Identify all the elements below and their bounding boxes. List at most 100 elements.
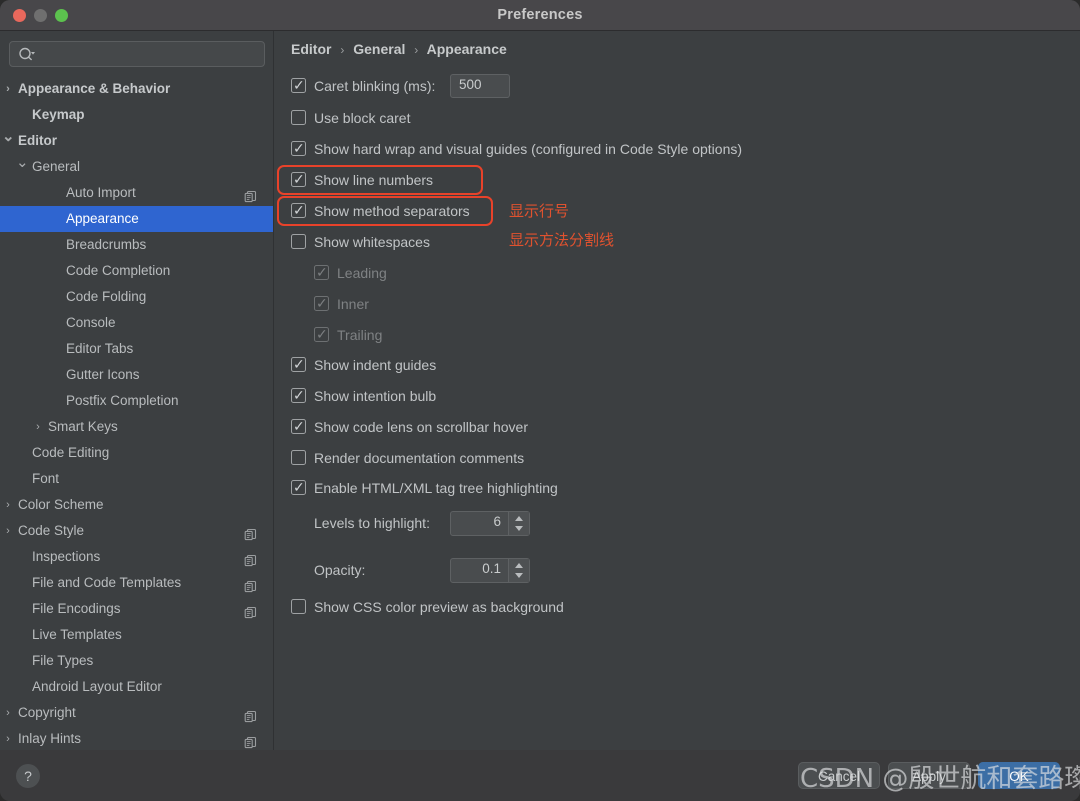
sidebar-item-color-scheme[interactable]: › Color Scheme — [0, 492, 273, 518]
sidebar-item-label: Android Layout Editor — [32, 679, 162, 694]
chevron-right-icon[interactable]: › — [2, 518, 14, 544]
sidebar-item-inlay-hints[interactable]: › Inlay Hints — [0, 726, 273, 750]
breadcrumb-appearance: Appearance — [426, 41, 507, 57]
sidebar-item-code-folding[interactable]: Code Folding — [0, 284, 273, 310]
opacity-value: 0.1 — [482, 561, 501, 576]
option-label: Show intention bulb — [314, 388, 437, 404]
search-input[interactable] — [40, 42, 260, 66]
stepper-down-icon[interactable] — [515, 526, 523, 531]
sidebar-item-smart-keys[interactable]: › Smart Keys — [0, 414, 273, 440]
checkbox-inner: ✓ — [314, 296, 329, 312]
checkbox-show-whitespaces[interactable] — [291, 234, 306, 249]
checkbox-show-intention-bulb[interactable]: ✓ — [291, 388, 306, 404]
sidebar-item-console[interactable]: Console — [0, 310, 273, 336]
sidebar-item-code-style[interactable]: › Code Style — [0, 518, 273, 544]
sidebar-item-android-layout-editor[interactable]: Android Layout Editor — [0, 674, 273, 700]
option-label: Leading — [337, 265, 387, 281]
preferences-window: Preferences › Appearance & Behavior Keymap… — [0, 0, 1080, 801]
chevron-right-icon[interactable]: › — [2, 726, 14, 750]
chevron-right-icon[interactable]: › — [2, 700, 14, 726]
chevron-right-icon: › — [340, 43, 345, 57]
search-box[interactable] — [9, 41, 265, 67]
opacity-spinner[interactable]: 0.1 — [450, 558, 530, 583]
apply-button[interactable]: Apply — [888, 762, 970, 789]
sidebar-item-label: Code Editing — [32, 445, 110, 460]
checkbox-show-code-lens[interactable]: ✓ — [291, 419, 306, 435]
ok-button[interactable]: OK — [978, 762, 1060, 789]
checkbox-trailing: ✓ — [314, 327, 329, 343]
sidebar-item-font[interactable]: Font — [0, 466, 273, 492]
sidebar-item-label: Auto Import — [66, 185, 136, 200]
settings-tree: › Appearance & Behavior Keymap ⌄ Editor ⌄ Gene… — [0, 76, 273, 750]
sidebar-item-file-and-code-templates[interactable]: File and Code Templates — [0, 570, 273, 596]
window-title: Preferences — [497, 7, 583, 23]
sidebar-item-label: General — [32, 159, 81, 174]
sidebar-item-label: File and Code Templates — [32, 575, 182, 590]
sidebar-item-live-templates[interactable]: Live Templates — [0, 622, 273, 648]
sidebar-item-label: Inspections — [32, 549, 101, 564]
sidebar-item-inspections[interactable]: Inspections — [0, 544, 273, 570]
sidebar-item-label: Code Style — [18, 523, 85, 538]
sidebar-item-label: Live Templates — [32, 627, 122, 642]
opacity-stepper[interactable] — [508, 559, 529, 582]
stepper-down-icon[interactable] — [515, 573, 523, 578]
option-label: Enable HTML/XML tag tree highlighting — [314, 480, 558, 496]
cancel-button[interactable]: Cancel — [798, 762, 880, 789]
sidebar-item-editor-tabs[interactable]: Editor Tabs — [0, 336, 273, 362]
checkbox-enable-tag-tree-highlighting[interactable]: ✓ — [291, 480, 306, 496]
checkbox-show-hard-wrap[interactable]: ✓ — [291, 141, 306, 157]
breadcrumb-editor[interactable]: Editor — [291, 41, 331, 57]
option-label: Show indent guides — [314, 357, 437, 373]
stepper-up-icon[interactable] — [515, 563, 523, 568]
sidebar-item-label: Breadcrumbs — [66, 237, 147, 252]
chevron-right-icon: › — [414, 43, 419, 57]
copy-icon[interactable] — [244, 732, 257, 750]
sidebar-item-general[interactable]: ⌄ General — [0, 154, 273, 180]
checkbox-show-css-color-preview[interactable] — [291, 599, 306, 614]
chevron-down-icon[interactable]: ⌄ — [16, 150, 29, 176]
sidebar-item-gutter-icons[interactable]: Gutter Icons — [0, 362, 273, 388]
sidebar-item-label: Gutter Icons — [66, 367, 140, 382]
checkbox-render-doc-comments[interactable] — [291, 450, 306, 465]
help-button[interactable]: ? — [16, 764, 40, 788]
sidebar-item-label: Editor Tabs — [66, 341, 134, 356]
caret-blinking-input[interactable]: 500 — [450, 74, 510, 98]
sidebar-item-code-editing[interactable]: Code Editing — [0, 440, 273, 466]
checkbox-use-block-caret[interactable] — [291, 110, 306, 125]
sidebar-item-label: Keymap — [32, 107, 85, 122]
sidebar-item-code-completion[interactable]: Code Completion — [0, 258, 273, 284]
checkbox-show-indent-guides[interactable]: ✓ — [291, 357, 306, 373]
sidebar-item-breadcrumbs[interactable]: Breadcrumbs — [0, 232, 273, 258]
stepper-up-icon[interactable] — [515, 516, 523, 521]
sidebar-item-appearance[interactable]: Appearance — [0, 206, 273, 232]
chevron-right-icon[interactable]: › — [32, 414, 44, 440]
sidebar-item-keymap[interactable]: Keymap — [0, 102, 273, 128]
sidebar-item-label: Code Folding — [66, 289, 147, 304]
sidebar-item-file-types[interactable]: File Types — [0, 648, 273, 674]
sidebar-item-editor[interactable]: ⌄ Editor — [0, 128, 273, 154]
breadcrumb: Editor › General › Appearance — [291, 41, 507, 57]
chevron-right-icon[interactable]: › — [2, 492, 14, 518]
title-bar: Preferences — [0, 0, 1080, 31]
checkbox-show-line-numbers[interactable]: ✓ — [291, 172, 306, 188]
sidebar-item-postfix-completion[interactable]: Postfix Completion — [0, 388, 273, 414]
levels-stepper[interactable] — [508, 512, 529, 535]
checkbox-leading: ✓ — [314, 265, 329, 281]
sidebar-item-label: Code Completion — [66, 263, 171, 278]
sidebar-item-label: Color Scheme — [18, 497, 104, 512]
chevron-right-icon[interactable]: › — [2, 76, 14, 102]
option-label: Show code lens on scrollbar hover — [314, 419, 529, 435]
sidebar-item-label: Smart Keys — [48, 419, 118, 434]
annotation-show-method-separators: 显示方法分割线 — [509, 231, 615, 249]
sidebar-item-auto-import[interactable]: Auto Import — [0, 180, 273, 206]
breadcrumb-general[interactable]: General — [353, 41, 405, 57]
sidebar-item-copyright[interactable]: › Copyright — [0, 700, 273, 726]
checkbox-show-method-separators[interactable]: ✓ — [291, 203, 306, 219]
levels-to-highlight-spinner[interactable]: 6 — [450, 511, 530, 536]
sidebar-item-label: Inlay Hints — [18, 731, 82, 746]
chevron-down-icon[interactable]: ⌄ — [2, 124, 15, 150]
sidebar-item-appearance-behavior[interactable]: › Appearance & Behavior — [0, 76, 273, 102]
sidebar-item-file-encodings[interactable]: File Encodings — [0, 596, 273, 622]
checkbox-caret-blinking[interactable]: ✓ — [291, 78, 306, 94]
annotation-show-line-numbers: 显示行号 — [509, 202, 570, 220]
